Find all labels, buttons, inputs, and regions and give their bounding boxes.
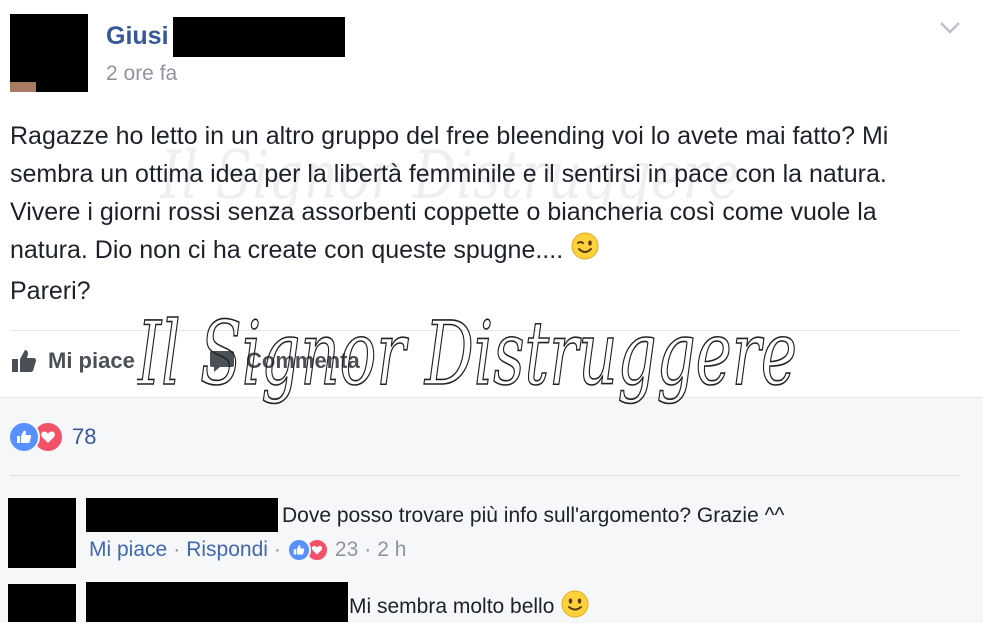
post-body: Ragazze ho letto in un altro gruppo del …	[10, 117, 960, 310]
comment-reactions[interactable]	[286, 538, 329, 562]
comment-time[interactable]: 2 h	[377, 538, 406, 562]
divider	[10, 475, 960, 476]
commenter-avatar[interactable]	[8, 584, 76, 622]
reaction-summary[interactable]: 78	[8, 420, 96, 454]
author-avatar[interactable]	[10, 14, 88, 92]
comment-body: Mi sembra molto bello	[349, 589, 590, 625]
commenter-avatar[interactable]	[8, 498, 76, 568]
post-text-tail: Pareri?	[10, 277, 91, 305]
redaction-bar	[86, 498, 278, 532]
smile-emoji	[560, 589, 590, 625]
chevron-down-icon[interactable]	[937, 14, 963, 40]
like-reaction-icon	[8, 421, 40, 453]
comment-meta: Mi piace · Rispondi · 23 · 2 h	[89, 538, 406, 562]
reaction-count: 78	[72, 424, 97, 449]
like-label: Mi piace	[48, 348, 135, 373]
post-text: Ragazze ho letto in un altro gruppo del …	[10, 122, 889, 265]
comment-like-link[interactable]: Mi piace	[89, 538, 167, 562]
redaction-bar	[86, 582, 348, 622]
like-button[interactable]: Mi piace	[10, 344, 135, 378]
thumbs-up-icon	[12, 350, 36, 372]
svg-text:Il Signor Distruggere: Il Signor Distruggere	[137, 302, 797, 405]
comment-reaction-count: 23	[334, 538, 359, 561]
wink-emoji	[570, 231, 600, 272]
comment-text: Dove posso trovare più info sull'argomen…	[282, 504, 785, 527]
like-reaction-icon	[286, 538, 311, 562]
separator: ·	[173, 538, 181, 561]
post-timestamp[interactable]: 2 ore fa	[106, 62, 177, 86]
watermark: Il Signor Distruggere	[137, 302, 798, 406]
redaction-bar	[173, 17, 345, 57]
separator: ·	[364, 538, 372, 561]
comment-text: Mi sembra molto bello	[349, 595, 555, 618]
comment-reply-link[interactable]: Rispondi	[186, 538, 268, 562]
author-name[interactable]: Giusi	[106, 22, 169, 51]
separator: ·	[273, 538, 281, 561]
